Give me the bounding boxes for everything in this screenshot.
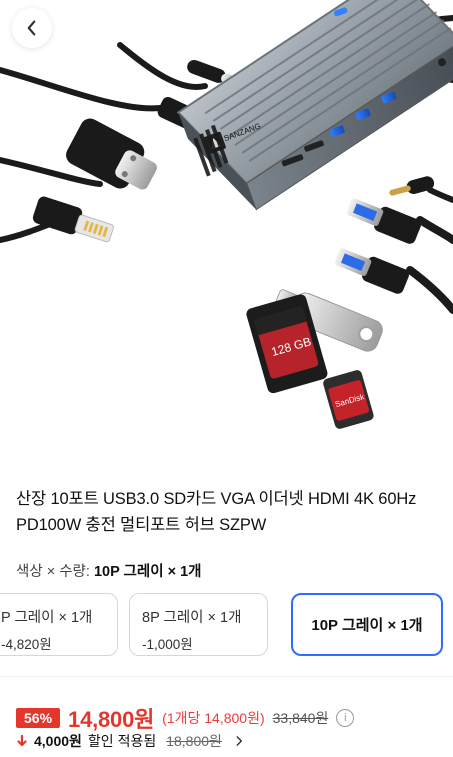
- option-cards: P 그레이 × 1개 -4,820원 8P 그레이 × 1개 -1,000원 1…: [0, 593, 453, 656]
- selected-option-value: 10P 그레이 × 1개: [93, 564, 202, 580]
- discount-percent-badge: 56%: [16, 708, 61, 728]
- option-card-label: 8P 그레이 × 1개: [142, 610, 242, 626]
- sale-price: 14,800원: [68, 707, 155, 732]
- arrow-down-icon: [17, 735, 27, 747]
- option-card-8p[interactable]: 8P 그레이 × 1개 -1,000원: [129, 593, 268, 656]
- section-divider: [0, 676, 453, 677]
- discount-amount: 4,000원: [34, 733, 82, 749]
- product-image: SANZANG 128 GB SanDisk: [0, 0, 453, 455]
- price-row: 56% 14,800원 (1개당 14,800원) 33,840원 i: [16, 702, 355, 734]
- per-unit-price: (1개당 14,800원): [162, 710, 265, 726]
- option-card-10p-selected[interactable]: 10P 그레이 × 1개: [291, 593, 443, 656]
- option-card-sub: -4,820원: [1, 637, 52, 652]
- product-detail-screen: SANZANG 128 GB SanDisk 산장 10포트 USB3.0 SD…: [0, 0, 453, 757]
- chevron-right-icon: [236, 736, 242, 746]
- option-card-sub: -1,000원: [142, 637, 193, 652]
- usb-hub-illustration: SANZANG 128 GB SanDisk: [0, 0, 453, 429]
- info-circle-icon[interactable]: i: [336, 709, 355, 727]
- option-card-partial[interactable]: P 그레이 × 1개 -4,820원: [0, 593, 118, 656]
- option-card-label: P 그레이 × 1개: [1, 610, 93, 626]
- original-price: 33,840원: [272, 710, 329, 726]
- discount-applied-text: 할인 적용됨: [87, 733, 157, 749]
- discount-applied-row[interactable]: 4,000원 할인 적용됨 18,800원: [16, 731, 246, 751]
- chevron-left-icon: [27, 20, 36, 36]
- discount-old-price: 18,800원: [166, 733, 222, 749]
- product-title: 산장 10포트 USB3.0 SD카드 VGA 이더넷 HDMI 4K 60Hz…: [16, 490, 417, 534]
- option-card-label: 10P 그레이 × 1개: [311, 617, 423, 634]
- selected-option-summary: 색상 × 수량: 10P 그레이 × 1개: [16, 560, 201, 581]
- selected-option-label: 색상 × 수량:: [16, 564, 90, 580]
- back-button[interactable]: [12, 8, 52, 48]
